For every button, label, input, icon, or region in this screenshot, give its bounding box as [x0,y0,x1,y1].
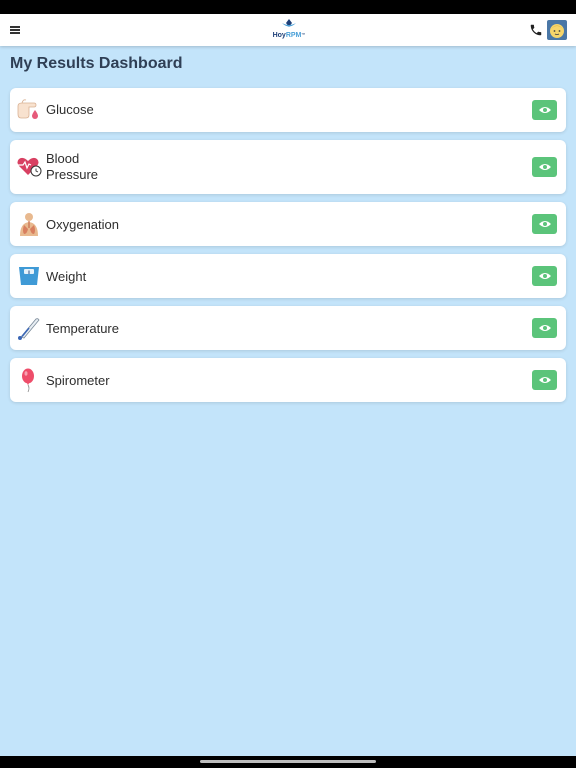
logo-text: HoyRPM™ [268,32,310,39]
hamburger-icon [10,26,20,28]
thermometer-icon [18,318,40,340]
result-label: Oxygenation [46,217,119,232]
system-nav-bar [0,756,576,768]
phone-button[interactable] [529,23,543,37]
logo-hoy: Hoy [272,32,286,39]
result-label: Weight [46,269,87,284]
app-bar: HoyRPM™ [0,14,576,46]
view-button-temperature[interactable] [532,318,557,338]
eye-icon [538,164,551,170]
result-label: Spirometer [46,373,110,388]
result-label: Blood Pressure [46,151,99,182]
status-bar [0,0,576,14]
balloon-icon [22,368,34,393]
logo-rpm: RPM [285,32,302,39]
hamburger-icon-line [10,29,20,31]
menu-button[interactable] [8,22,24,38]
blood-pressure-icon [17,157,42,177]
view-button-oxygenation[interactable] [532,214,557,234]
eye-icon [538,221,551,227]
oxygenation-icon [20,213,38,236]
view-button-weight[interactable] [532,266,557,286]
app-logo: HoyRPM™ [268,16,310,44]
result-label: Glucose [46,102,94,117]
hamburger-icon-line [10,32,20,34]
result-card-spirometer[interactable]: Spirometer [10,358,566,402]
view-button-spirometer[interactable] [532,370,557,390]
result-card-oxygenation[interactable]: Oxygenation [10,202,566,246]
view-button-glucose[interactable] [532,100,557,120]
eye-icon [538,107,551,113]
avatar-face-icon [550,24,564,38]
eye-icon [538,377,551,383]
view-button-blood-pressure[interactable] [532,157,557,177]
logo-icon [282,19,296,27]
page-title: My Results Dashboard [10,55,183,72]
eye-icon [538,325,551,331]
result-card-glucose[interactable]: Glucose [10,88,566,132]
logo-trademark: ™ [301,32,306,37]
weight-scale-icon [19,267,39,285]
result-label: Temperature [46,321,119,336]
eye-icon [538,273,551,279]
glucose-icon [17,99,38,119]
phone-icon [530,24,542,36]
home-indicator[interactable] [200,760,376,763]
user-avatar[interactable] [547,20,567,40]
result-card-weight[interactable]: Weight [10,254,566,298]
result-card-temperature[interactable]: Temperature [10,306,566,350]
result-card-blood-pressure[interactable]: Blood Pressure [10,140,566,194]
